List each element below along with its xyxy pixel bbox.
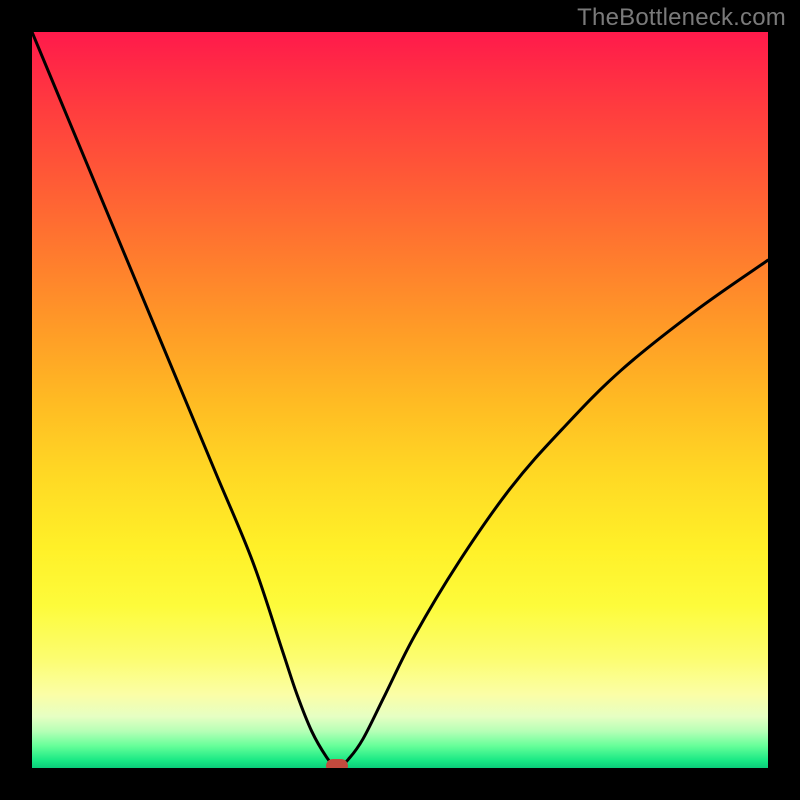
- chart-frame: TheBottleneck.com: [0, 0, 800, 800]
- optimum-marker: [326, 759, 348, 768]
- curve-path: [32, 32, 768, 765]
- bottleneck-curve: [32, 32, 768, 768]
- plot-area: [32, 32, 768, 768]
- watermark-text: TheBottleneck.com: [577, 4, 786, 32]
